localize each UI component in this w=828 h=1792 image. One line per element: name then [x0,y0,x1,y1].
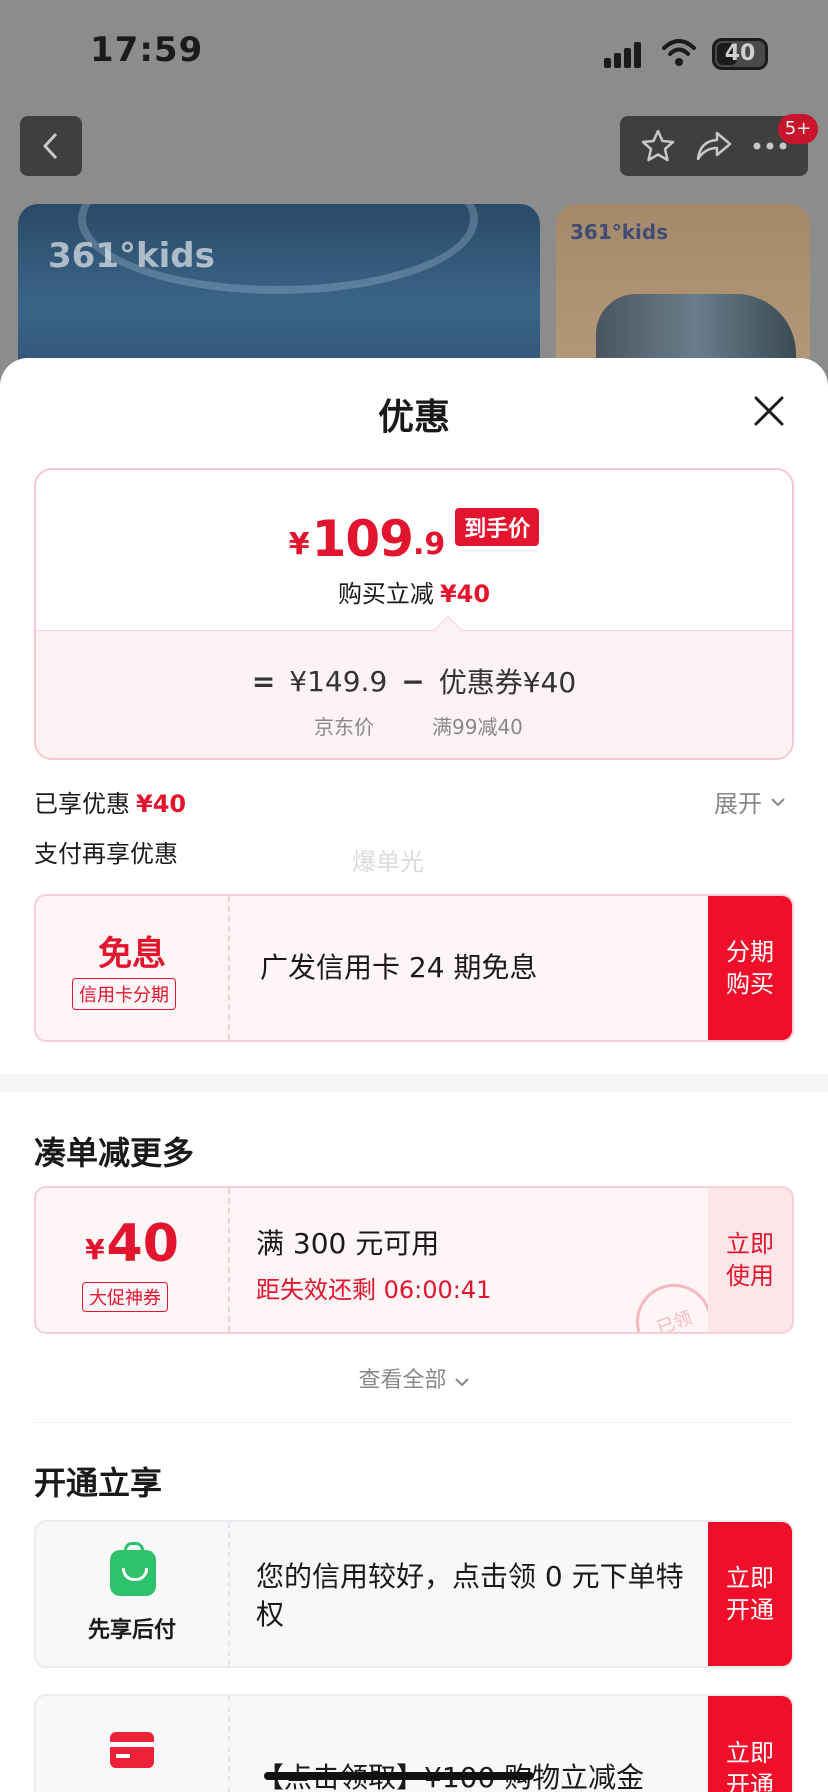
brand-logo-small: 361°kids [570,220,669,244]
instant-reduction: 购买立减 ¥40 [36,574,792,609]
chevron-down-icon [454,1378,469,1387]
enjoyed-discount: 已享优惠 ¥40 [34,784,186,819]
status-time: 17:59 [90,30,204,70]
watermark-text: 爆单光 [352,848,424,876]
currency-symbol: ¥ [288,527,310,562]
coupon-type-tag: 大促神券 [82,1282,168,1312]
coupon-card[interactable]: ¥ 40 大促神券 满 300 元可用 距失效还剩 06:00:41 已领 立即… [34,1186,794,1334]
star-icon[interactable] [640,128,676,164]
installment-description: 广发信用卡 24 期免息 [260,951,538,984]
more-icon[interactable] [752,141,788,151]
battery-level: 40 [724,41,756,66]
view-all-button[interactable]: 查看全部 [0,1362,828,1394]
battery-icon: 40 [712,38,768,70]
section-divider [0,1074,828,1092]
coupon-value: 40 [106,1214,179,1274]
pay-later-description: 您的信用较好，点击领 0 元下单特权 [256,1560,684,1631]
final-price-integer: 109 [311,510,414,568]
reduction-label: 购买立减 [337,580,434,608]
activate-now-button[interactable]: 立即 开通 [708,1522,792,1666]
shopping-bag-icon [110,1542,156,1596]
divider-line [34,1422,794,1423]
status-bar: 17:59 40 [0,0,828,110]
brand-logo: 361°kids [48,236,215,276]
enjoyed-amount: ¥40 [136,790,187,818]
chevron-left-icon [42,132,58,160]
voucher-card[interactable]: 【点击领取】¥100 购物立减金 立即 开通 [34,1694,794,1792]
reduction-amount: ¥40 [439,580,491,608]
bundle-section-title: 凑单减更多 [34,1134,195,1172]
cellular-signal-icon [604,42,648,68]
close-icon[interactable] [748,390,790,432]
chevron-down-icon [771,797,785,806]
pay-later-label: 先享后付 [87,1618,176,1643]
credit-card-icon [110,1732,154,1768]
sheet-title: 优惠 [377,397,450,438]
installment-buy-button[interactable]: 分期 购买 [708,896,792,1040]
wifi-icon [662,39,696,66]
expand-label: 展开 [714,790,762,818]
open-section-title: 开通立享 [34,1464,163,1502]
pay-more-label: 支付再享优惠 [34,840,178,868]
activate-now-button-2[interactable]: 立即 开通 [708,1696,792,1792]
coupon-condition: 满 300 元可用 [256,1227,440,1260]
coupon-countdown: 距失效还剩 06:00:41 [256,1276,492,1304]
final-price-decimal: .9 [412,527,446,562]
minus-sign: − [401,664,425,698]
coupon-currency: ¥ [85,1233,105,1266]
final-price: ¥ 109 .9 到手价 [36,508,792,568]
discount-sheet: 优惠 ¥ 109 .9 到手价 购买立减 ¥40 = ¥149.9 − 优惠券¥4… [0,358,828,1792]
coupon-rule: 满99减40 [432,715,523,739]
price-formula: = ¥149.9 − 优惠券¥40 京东价 满99减40 [36,630,792,758]
coupon-amount: ¥ 40 [36,1214,228,1274]
use-now-button[interactable]: 立即 使用 [708,1188,792,1332]
jd-price: ¥149.9 [289,664,388,698]
credit-installment-tag: 信用卡分期 [72,978,176,1010]
price-breakdown-card: ¥ 109 .9 到手价 购买立减 ¥40 = ¥149.9 − 优惠券¥40 京… [34,468,794,760]
final-price-tag: 到手价 [455,508,540,546]
view-all-label: 查看全部 [358,1368,447,1393]
background-page: 17:59 40 5+ 361°kids 361°kids [0,0,828,400]
share-icon[interactable] [695,129,733,163]
expand-button[interactable]: 展开 [714,784,786,819]
back-button[interactable] [20,116,82,176]
coupon-discount: 优惠券¥40 [438,666,577,699]
equals-sign: = [251,664,276,698]
installment-card[interactable]: 免息 信用卡分期 广发信用卡 24 期免息 分期 购买 [34,894,794,1042]
redaction-mark [264,1772,534,1780]
interest-free-label: 免息 [98,934,166,974]
enjoyed-label: 已享优惠 [34,790,130,818]
jd-price-label: 京东价 [314,715,374,739]
message-badge: 5+ [778,114,818,144]
pay-later-card[interactable]: 先享后付 您的信用较好，点击领 0 元下单特权 立即 开通 [34,1520,794,1668]
